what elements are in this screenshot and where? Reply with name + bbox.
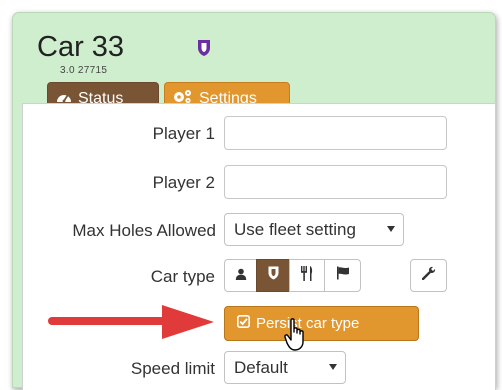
shield-icon (268, 266, 279, 285)
caret-down-icon (329, 364, 337, 370)
page-title: Car 33 (37, 31, 125, 63)
player2-input[interactable] (224, 165, 447, 199)
arrow-right-icon (48, 301, 218, 350)
car-type-option-flag[interactable] (324, 259, 361, 292)
flag-icon (336, 266, 350, 285)
car-type-option-food[interactable] (289, 259, 325, 292)
speed-limit-value: Default (234, 357, 288, 377)
caret-down-icon (387, 226, 395, 232)
fork-knife-icon (300, 265, 314, 286)
speed-limit-label: Speed limit (130, 359, 215, 378)
wrench-icon (421, 266, 436, 285)
car-type-settings[interactable] (410, 259, 447, 292)
car-type-option-user[interactable] (224, 259, 257, 292)
car-type-option-shield[interactable] (256, 259, 290, 292)
player2-label: Player 2 (152, 173, 215, 192)
check-square-icon (237, 315, 250, 332)
persist-car-type-button[interactable]: Persist car type (224, 306, 419, 341)
max-holes-label: Max Holes Allowed (72, 221, 216, 240)
player1-label: Player 1 (152, 124, 215, 143)
speed-limit-select[interactable]: Default (224, 351, 346, 384)
max-holes-select[interactable]: Use fleet setting (224, 213, 404, 246)
max-holes-value: Use fleet setting (234, 219, 356, 239)
player1-input[interactable] (224, 116, 447, 150)
page-subtitle: 3.0 27715 (60, 65, 108, 76)
shield-icon (197, 39, 211, 62)
user-icon (235, 267, 247, 285)
car-type-label: Car type (150, 267, 215, 286)
